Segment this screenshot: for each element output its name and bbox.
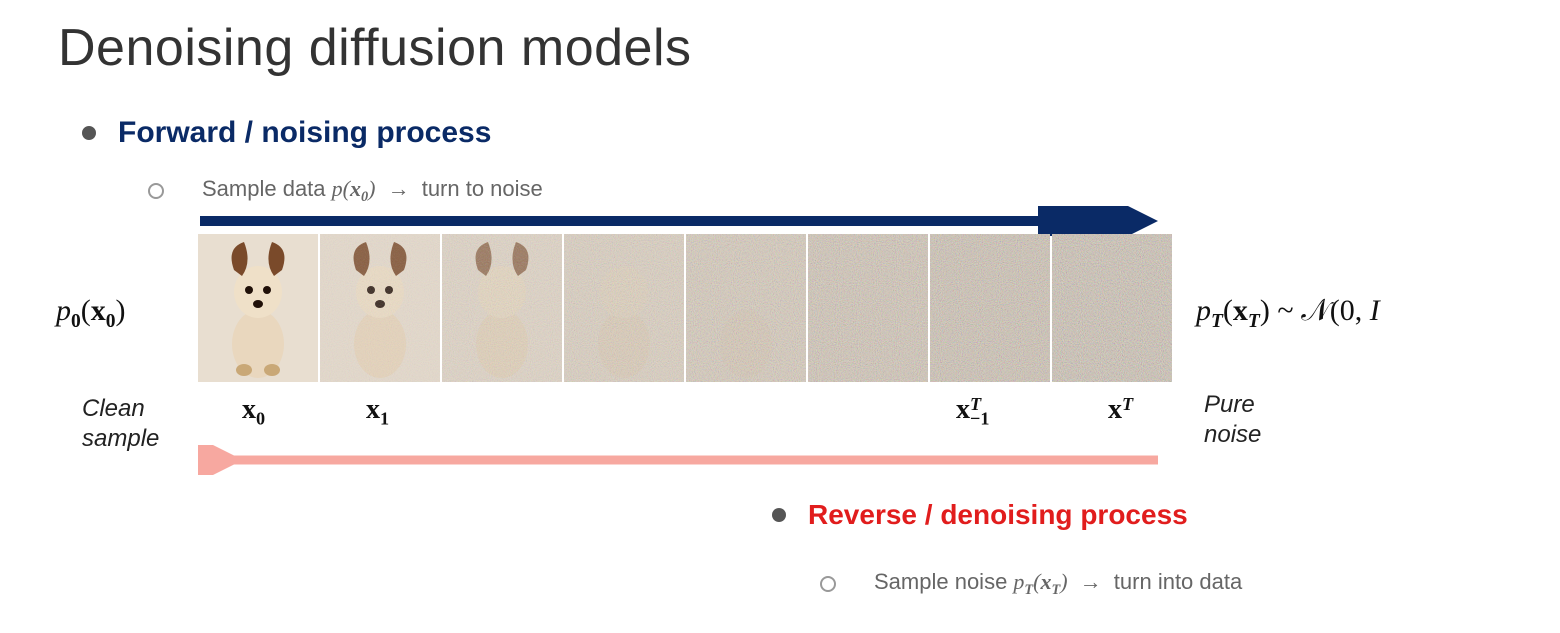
- arrow-right-icon: →: [388, 176, 410, 201]
- left-caption-l2: sample: [82, 425, 159, 452]
- reverse-subtext: Sample noise pT(xT) → turn into data: [874, 569, 1242, 599]
- x-labels: x0 x1 xT−1 xT: [198, 394, 1174, 428]
- reverse-heading-row: Reverse / denoising process: [772, 499, 1188, 531]
- noise-overlay-icon: [1052, 234, 1172, 382]
- forward-sub-suffix: turn to noise: [422, 176, 543, 201]
- diffusion-tile: [564, 234, 684, 382]
- bullet-open-icon: [820, 576, 836, 592]
- bullet-dot-icon: [772, 508, 786, 522]
- arrow-right-icon: →: [1080, 569, 1102, 594]
- bullet-dot-icon: [82, 126, 96, 140]
- noise-overlay-icon: [442, 234, 562, 382]
- reverse-sub-prefix: Sample noise: [874, 569, 1013, 594]
- reverse-sub-suffix: turn into data: [1114, 569, 1242, 594]
- reverse-sub-math: pT(xT): [1013, 569, 1067, 594]
- diffusion-tile: [320, 234, 440, 382]
- forward-subtext: Sample data p(x0) → turn to noise: [202, 176, 543, 206]
- diffusion-tile: [442, 234, 562, 382]
- forward-sub-prefix: Sample data: [202, 176, 332, 201]
- x1-label: x1: [366, 394, 389, 429]
- diffusion-tile: [1052, 234, 1172, 382]
- forward-arrow-icon: [200, 206, 1164, 236]
- forward-subbullet: Sample data p(x0) → turn to noise: [148, 176, 543, 206]
- forward-sub-math: p(x0): [332, 176, 376, 201]
- forward-heading-text: Forward / noising process: [118, 116, 491, 150]
- bullet-open-icon: [148, 183, 164, 199]
- x0-label: x0: [242, 394, 265, 429]
- noise-overlay-icon: [320, 234, 440, 382]
- noise-overlay-icon: [564, 234, 684, 382]
- xT-label: xT: [1108, 394, 1122, 429]
- diffusion-tile: [686, 234, 806, 382]
- noise-overlay-icon: [808, 234, 928, 382]
- diffusion-tile: [808, 234, 928, 382]
- slide-title: Denoising diffusion models: [58, 18, 692, 78]
- xTminus1-label: xT−1: [956, 394, 989, 429]
- right-distribution: pT(xT) ~ 𝒩(0, I: [1196, 294, 1380, 333]
- diffusion-tile: [930, 234, 1050, 382]
- reverse-heading-text: Reverse / denoising process: [808, 499, 1188, 531]
- left-caption-l1: Clean: [82, 395, 145, 422]
- noise-overlay-icon: [930, 234, 1050, 382]
- reverse-arrow-icon: [198, 445, 1162, 475]
- left-distribution: p0(x0): [56, 294, 126, 333]
- diffusion-strip: [198, 234, 1172, 382]
- right-caption: Pure noise: [1204, 390, 1261, 450]
- noise-overlay-icon: [686, 234, 806, 382]
- left-caption: Clean sample: [82, 394, 159, 454]
- reverse-subbullet: Sample noise pT(xT) → turn into data: [820, 569, 1242, 599]
- slide: Denoising diffusion models Forward / noi…: [0, 0, 1560, 633]
- forward-heading-row: Forward / noising process: [82, 116, 491, 150]
- right-caption-l2: noise: [1204, 421, 1261, 448]
- diffusion-tile: [198, 234, 318, 382]
- right-caption-l1: Pure: [1204, 391, 1255, 418]
